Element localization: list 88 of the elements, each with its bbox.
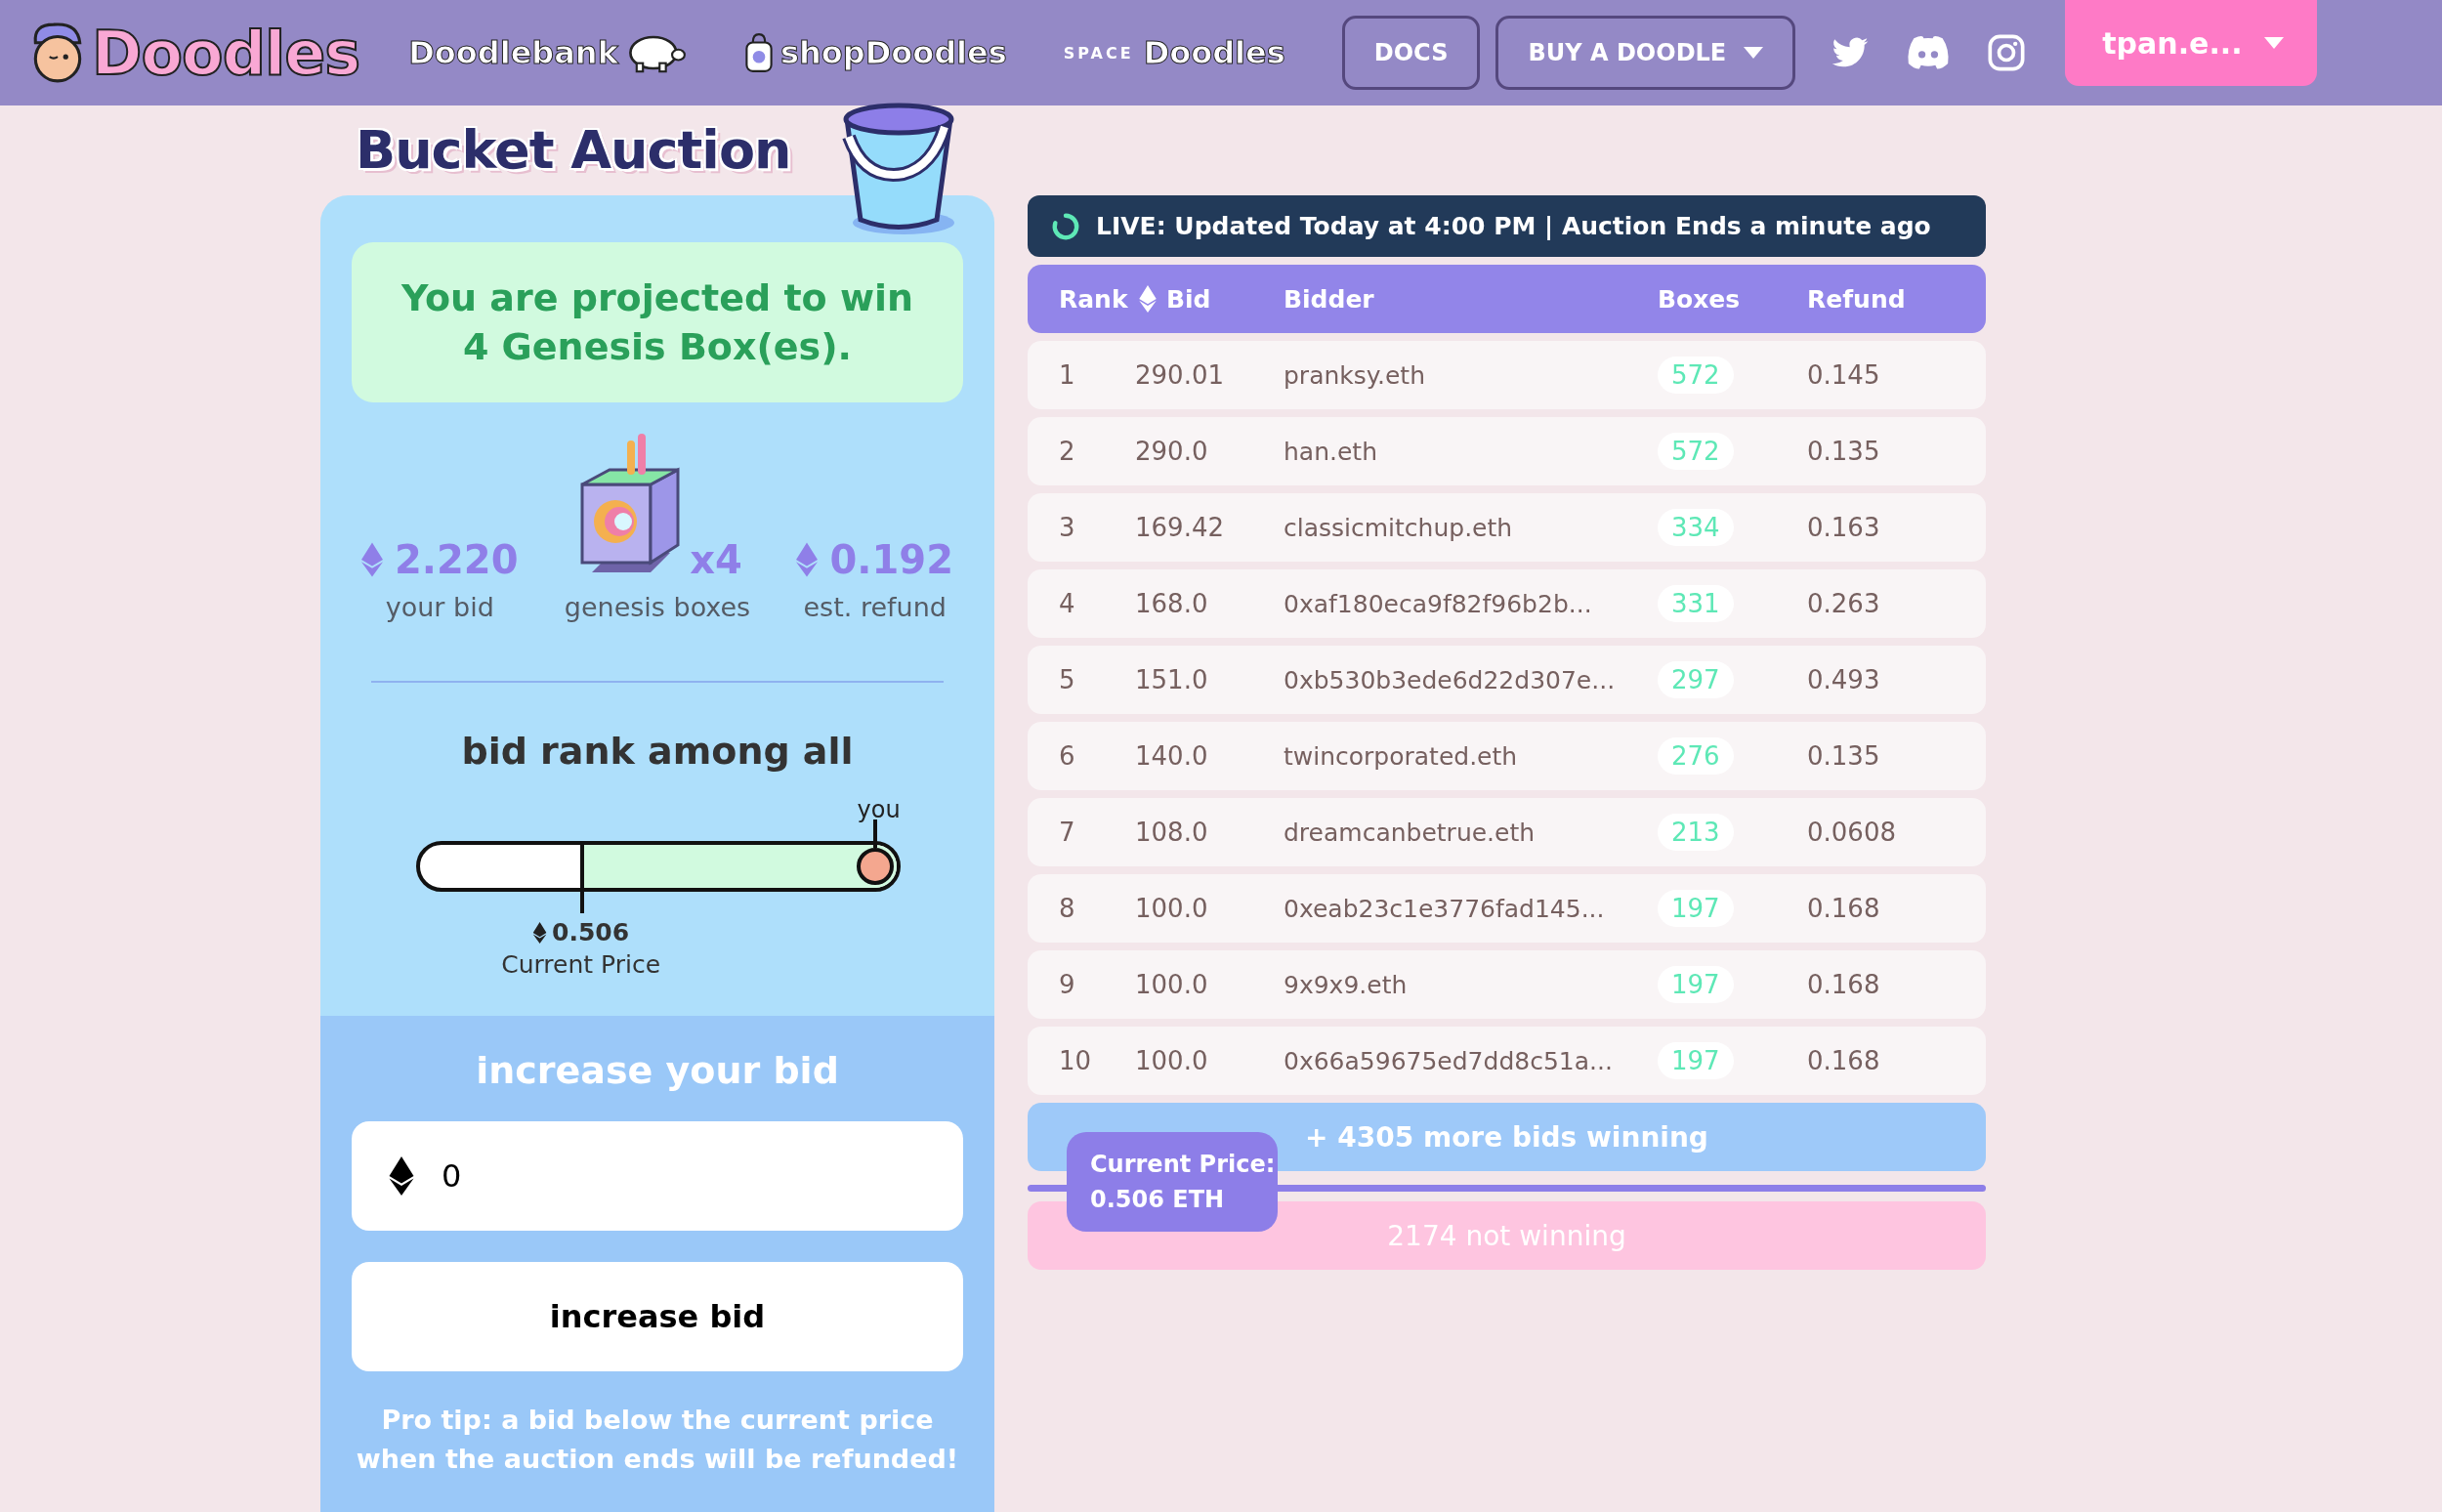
table-cell-text: 0.145 — [1807, 360, 1881, 390]
account-button[interactable]: tpan.e... — [2065, 0, 2317, 86]
table-cell-text: 0.163 — [1807, 513, 1881, 542]
stat-label: genesis boxes — [564, 592, 751, 622]
table-cell-text: 100.0 — [1135, 970, 1209, 999]
table-cell-text: 0.168 — [1807, 970, 1881, 999]
nav-link[interactable]: SPACE Doodles — [1063, 34, 1285, 71]
table-cell-text: 0xb530b3ede6d22d307e... — [1284, 665, 1617, 694]
table-cell-text: 0xaf180eca9f82f96b2b... — [1284, 589, 1593, 618]
table-cell-text: 5 — [1059, 665, 1076, 694]
stat-value: x4 — [690, 537, 742, 582]
table-cell-text: pranksy.eth — [1284, 360, 1427, 390]
table-cell-text: 9x9x9.eth — [1284, 970, 1409, 999]
column-header: Rank — [1059, 284, 1128, 314]
table-cell-text: 108.0 — [1135, 818, 1209, 847]
table-cell-text: 169.42 — [1135, 513, 1225, 542]
nav-button[interactable]: DOCS — [1341, 16, 1481, 90]
column-header: Refund — [1807, 284, 1906, 314]
spinner-icon — [1051, 211, 1080, 241]
table-cell-text: 0xeab23c1e3776fad145... — [1284, 894, 1606, 923]
boxes-count: 331 — [1658, 585, 1734, 622]
table-cell-text: 290.01 — [1135, 360, 1225, 390]
section-heading: increase your bid — [475, 1049, 840, 1092]
boxes-count: 572 — [1658, 357, 1734, 394]
boxes-count: 572 — [1658, 433, 1734, 470]
boxes-count: 197 — [1658, 966, 1734, 1003]
table-cell-text: 6 — [1059, 741, 1076, 771]
caret-icon — [2263, 37, 2284, 49]
table-cell-text: 140.0 — [1135, 741, 1209, 771]
boxes-count: 334 — [1658, 509, 1734, 546]
table-cell-text: 151.0 — [1135, 665, 1209, 694]
table-cell-text: 0x66a59675ed7dd8c51a... — [1284, 1046, 1614, 1075]
increase-bid-button[interactable]: increase bid — [352, 1262, 963, 1371]
marker-label: Current Price — [501, 950, 661, 979]
ethereum-icon — [361, 542, 383, 577]
table-cell-text: 0.135 — [1807, 437, 1881, 466]
marker-label: you — [857, 796, 901, 823]
column-header: Bid — [1166, 284, 1211, 314]
shopping-bag-icon — [742, 32, 775, 73]
table-cell-text: han.eth — [1284, 437, 1378, 466]
stat-label: your bid — [385, 592, 494, 622]
table-cell-text: 0.0608 — [1807, 818, 1897, 847]
table-cell-text: 290.0 — [1135, 437, 1209, 466]
ethereum-icon — [532, 921, 547, 944]
table-cell-text: 0.263 — [1807, 589, 1881, 618]
ethereum-icon — [389, 1156, 414, 1196]
table-cell-text: twincorporated.eth — [1284, 741, 1519, 771]
table-cell-text: 9 — [1059, 970, 1076, 999]
table-cell-text: 100.0 — [1135, 894, 1209, 923]
table-cell-text: 0.168 — [1807, 894, 1881, 923]
stat-value: 0.192 — [829, 537, 953, 582]
ethereum-icon — [1139, 285, 1157, 313]
boxes-count: 276 — [1658, 737, 1734, 775]
table-cell-text: dreamcanbetrue.eth — [1284, 818, 1537, 847]
table-cell-text: 168.0 — [1135, 589, 1209, 618]
logo-wordmark[interactable]: Doodles — [92, 17, 360, 89]
table-cell-text: 7 — [1059, 818, 1076, 847]
table-cell-text: classicmitchup.eth — [1284, 513, 1514, 542]
page-title: Bucket Auction — [356, 118, 791, 183]
table-cell-text: 100.0 — [1135, 1046, 1209, 1075]
ethereum-icon — [796, 542, 819, 577]
table-cell-text: 2 — [1059, 437, 1076, 466]
column-header: Bidder — [1284, 284, 1374, 314]
nav-button[interactable]: BUY A DOODLE — [1495, 16, 1796, 90]
boxes-count: 213 — [1658, 814, 1734, 851]
bid-input[interactable]: 0 — [352, 1121, 963, 1231]
pro-tip: Pro tip: a bid below the current price when the auction ends will be refunded! — [355, 1404, 960, 1476]
live-status-text: LIVE: Updated Today at 4:00 PM | Auction Ends a minute ago — [1096, 212, 1931, 240]
boxes-count: 197 — [1658, 1042, 1734, 1079]
tooltip-text: Current Price: — [1090, 1151, 1277, 1178]
stat-label: est. refund — [803, 592, 947, 622]
section-heading: bid rank among all — [460, 730, 855, 773]
table-cell-text: 3 — [1059, 513, 1076, 542]
table-cell-text: 8 — [1059, 894, 1076, 923]
table-cell-text: 0.493 — [1807, 665, 1881, 694]
table-cell-text: 1 — [1059, 360, 1076, 390]
stat-value: 2.220 — [395, 537, 519, 582]
table-cell-text: 4 — [1059, 589, 1076, 618]
column-header: Boxes — [1658, 284, 1741, 314]
nav-link[interactable]: Doodlebank — [408, 31, 687, 74]
table-cell-text: 0.135 — [1807, 741, 1881, 771]
boxes-count: 197 — [1658, 890, 1734, 927]
projection-message: You are projected to win 4 Genesis Box(es). — [352, 242, 963, 402]
table-cell-text: 0.168 — [1807, 1046, 1881, 1075]
table-cell-text: 10 — [1059, 1046, 1093, 1075]
price-value: 0.506 — [552, 918, 630, 946]
nav-link[interactable]: shopDoodles — [742, 32, 1007, 73]
boxes-count: 297 — [1658, 661, 1734, 698]
